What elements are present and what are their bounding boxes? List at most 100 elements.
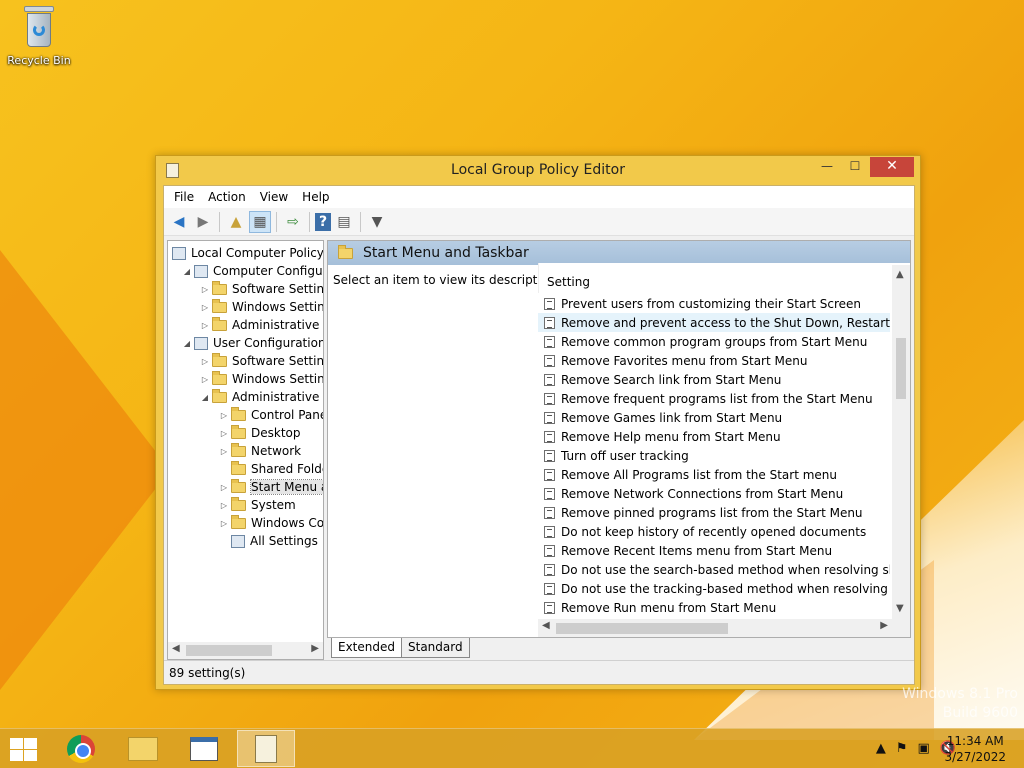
- column-header-setting[interactable]: Setting: [538, 263, 910, 293]
- expand-icon[interactable]: ▷: [198, 303, 212, 312]
- tree-item-label: User Configuration: [213, 336, 324, 350]
- tree-item[interactable]: ▷ Control Panel: [217, 406, 323, 424]
- scroll-down-icon[interactable]: ▼: [896, 603, 904, 614]
- tree-item[interactable]: ▷ Windows Setting: [198, 298, 323, 316]
- filter-icon[interactable]: ▼: [366, 211, 388, 233]
- tree-item[interactable]: ▷ System: [217, 496, 296, 514]
- export-list-icon[interactable]: ⇨: [282, 211, 304, 233]
- tree-horizontal-scrollbar[interactable]: ◀ ▶: [167, 642, 324, 660]
- tree-item[interactable]: ◢ Administrative Te: [198, 388, 323, 406]
- group-policy-window[interactable]: Local Group Policy Editor — ☐ ✕ File Act…: [155, 155, 921, 690]
- show-hide-tree-icon[interactable]: ▦: [249, 210, 271, 233]
- setting-row[interactable]: Do not keep history of recently opened d…: [538, 522, 890, 541]
- collapse-icon[interactable]: ◢: [198, 393, 212, 402]
- tree-item[interactable]: ▷ Administrative Te: [198, 316, 323, 334]
- toolbar-separator: [309, 211, 310, 232]
- user-icon: [194, 336, 208, 350]
- taskbar-file-explorer[interactable]: [114, 730, 172, 767]
- tree-pane[interactable]: Local Computer Policy ◢ Computer Configura…: [167, 240, 324, 643]
- setting-row[interactable]: Remove frequent programs list from the S…: [538, 389, 890, 408]
- tree-item[interactable]: ▷ Desktop: [217, 424, 301, 442]
- expand-icon[interactable]: ▷: [198, 375, 212, 384]
- tree-item[interactable]: ▷ Network: [217, 442, 301, 460]
- details-pane: Start Menu and Taskbar Select an item to…: [327, 240, 911, 638]
- setting-row[interactable]: Remove common program groups from Start …: [538, 332, 890, 351]
- title-bar[interactable]: Local Group Policy Editor — ☐ ✕: [156, 156, 920, 186]
- tree-item[interactable]: ▷ Start Menu ar: [217, 478, 323, 496]
- setting-row[interactable]: Remove and prevent access to the Shut Do…: [538, 313, 890, 332]
- tree-item[interactable]: ▷ Windows Setting: [198, 370, 323, 388]
- tree-item-label: Windows Cor: [251, 516, 324, 530]
- list-horizontal-scrollbar[interactable]: ◀ ▶: [538, 619, 910, 637]
- close-button[interactable]: ✕: [870, 157, 914, 177]
- tree-item[interactable]: ▷ Software Settings: [198, 280, 323, 298]
- tree-item[interactable]: ◢ Computer Configura: [180, 262, 323, 280]
- tree-item-label: System: [251, 498, 296, 512]
- back-icon[interactable]: ◀: [168, 211, 190, 233]
- tree-item[interactable]: All Settings: [217, 532, 318, 550]
- setting-row[interactable]: Remove Network Connections from Start Me…: [538, 484, 890, 503]
- maximize-button[interactable]: ☐: [842, 157, 868, 177]
- setting-row[interactable]: Remove Run menu from Start Menu: [538, 598, 890, 617]
- setting-row[interactable]: Remove Search link from Start Menu: [538, 370, 890, 389]
- collapse-icon[interactable]: ◢: [180, 267, 194, 276]
- setting-label: Remove and prevent access to the Shut Do…: [561, 315, 890, 330]
- menu-file[interactable]: File: [167, 190, 201, 204]
- desktop-icon-recycle-bin[interactable]: Recycle Bin: [6, 6, 72, 67]
- expand-icon[interactable]: ▷: [217, 501, 231, 510]
- scroll-left-icon[interactable]: ◀: [172, 643, 180, 654]
- setting-row[interactable]: Prevent users from customizing their Sta…: [538, 294, 890, 313]
- scroll-up-icon[interactable]: ▲: [896, 269, 904, 280]
- setting-row[interactable]: Do not use the tracking-based method whe…: [538, 579, 890, 598]
- setting-row[interactable]: Remove Games link from Start Menu: [538, 408, 890, 427]
- scroll-thumb[interactable]: [186, 645, 272, 656]
- setting-row[interactable]: Remove Favorites menu from Start Menu: [538, 351, 890, 370]
- minimize-button[interactable]: —: [814, 157, 840, 177]
- setting-row[interactable]: Do not use the search-based method when …: [538, 560, 890, 579]
- tree-item[interactable]: Shared Folder: [217, 460, 323, 478]
- menu-help[interactable]: Help: [295, 190, 336, 204]
- expand-icon[interactable]: ▷: [198, 285, 212, 294]
- scroll-thumb[interactable]: [556, 623, 728, 634]
- scroll-left-icon[interactable]: ◀: [542, 620, 550, 631]
- action-center-flag-icon[interactable]: ⚑: [896, 741, 908, 756]
- settings-icon: [231, 534, 245, 548]
- expand-icon[interactable]: ▷: [198, 321, 212, 330]
- properties-icon[interactable]: ▤: [333, 211, 355, 233]
- setting-row[interactable]: Remove All Programs list from the Start …: [538, 465, 890, 484]
- menu-action[interactable]: Action: [201, 190, 253, 204]
- taskbar-group-policy-editor[interactable]: [237, 730, 295, 767]
- forward-icon[interactable]: ▶: [192, 211, 214, 233]
- expand-icon[interactable]: ▷: [217, 447, 231, 456]
- tree-item[interactable]: ▷ Software Settings: [198, 352, 323, 370]
- setting-row[interactable]: Remove pinned programs list from the Sta…: [538, 503, 890, 522]
- scroll-right-icon[interactable]: ▶: [311, 643, 319, 654]
- network-icon[interactable]: ▣: [918, 741, 930, 756]
- scroll-right-icon[interactable]: ▶: [880, 620, 888, 631]
- expand-icon[interactable]: ▷: [217, 429, 231, 438]
- tree-item[interactable]: Local Computer Policy: [172, 244, 323, 262]
- menu-view[interactable]: View: [253, 190, 295, 204]
- up-folder-icon[interactable]: ▲: [225, 211, 247, 233]
- tab-extended[interactable]: Extended: [331, 638, 402, 658]
- expand-icon[interactable]: ▷: [217, 519, 231, 528]
- clock[interactable]: 11:34 AM 3/27/2022: [944, 733, 1006, 765]
- tab-standard[interactable]: Standard: [401, 638, 470, 658]
- expand-icon[interactable]: ▷: [198, 357, 212, 366]
- start-button[interactable]: [8, 737, 38, 761]
- chrome-icon: [67, 734, 95, 763]
- tree-item[interactable]: ▷ Windows Cor: [217, 514, 324, 532]
- collapse-icon[interactable]: ◢: [180, 339, 194, 348]
- expand-icon[interactable]: ▷: [217, 483, 231, 492]
- setting-row[interactable]: Remove Recent Items menu from Start Menu: [538, 541, 890, 560]
- taskbar-chrome[interactable]: [52, 730, 110, 767]
- tree-item[interactable]: ◢ User Configuration: [180, 334, 324, 352]
- taskbar-mmc[interactable]: [175, 730, 233, 767]
- list-vertical-scrollbar[interactable]: ▲ ▼: [892, 265, 910, 620]
- help-icon[interactable]: ?: [315, 212, 331, 231]
- expand-icon[interactable]: ▷: [217, 411, 231, 420]
- show-hidden-icons-icon[interactable]: ▲: [876, 741, 886, 756]
- setting-row[interactable]: Remove Help menu from Start Menu: [538, 427, 890, 446]
- setting-row[interactable]: Turn off user tracking: [538, 446, 890, 465]
- scroll-thumb[interactable]: [896, 338, 906, 399]
